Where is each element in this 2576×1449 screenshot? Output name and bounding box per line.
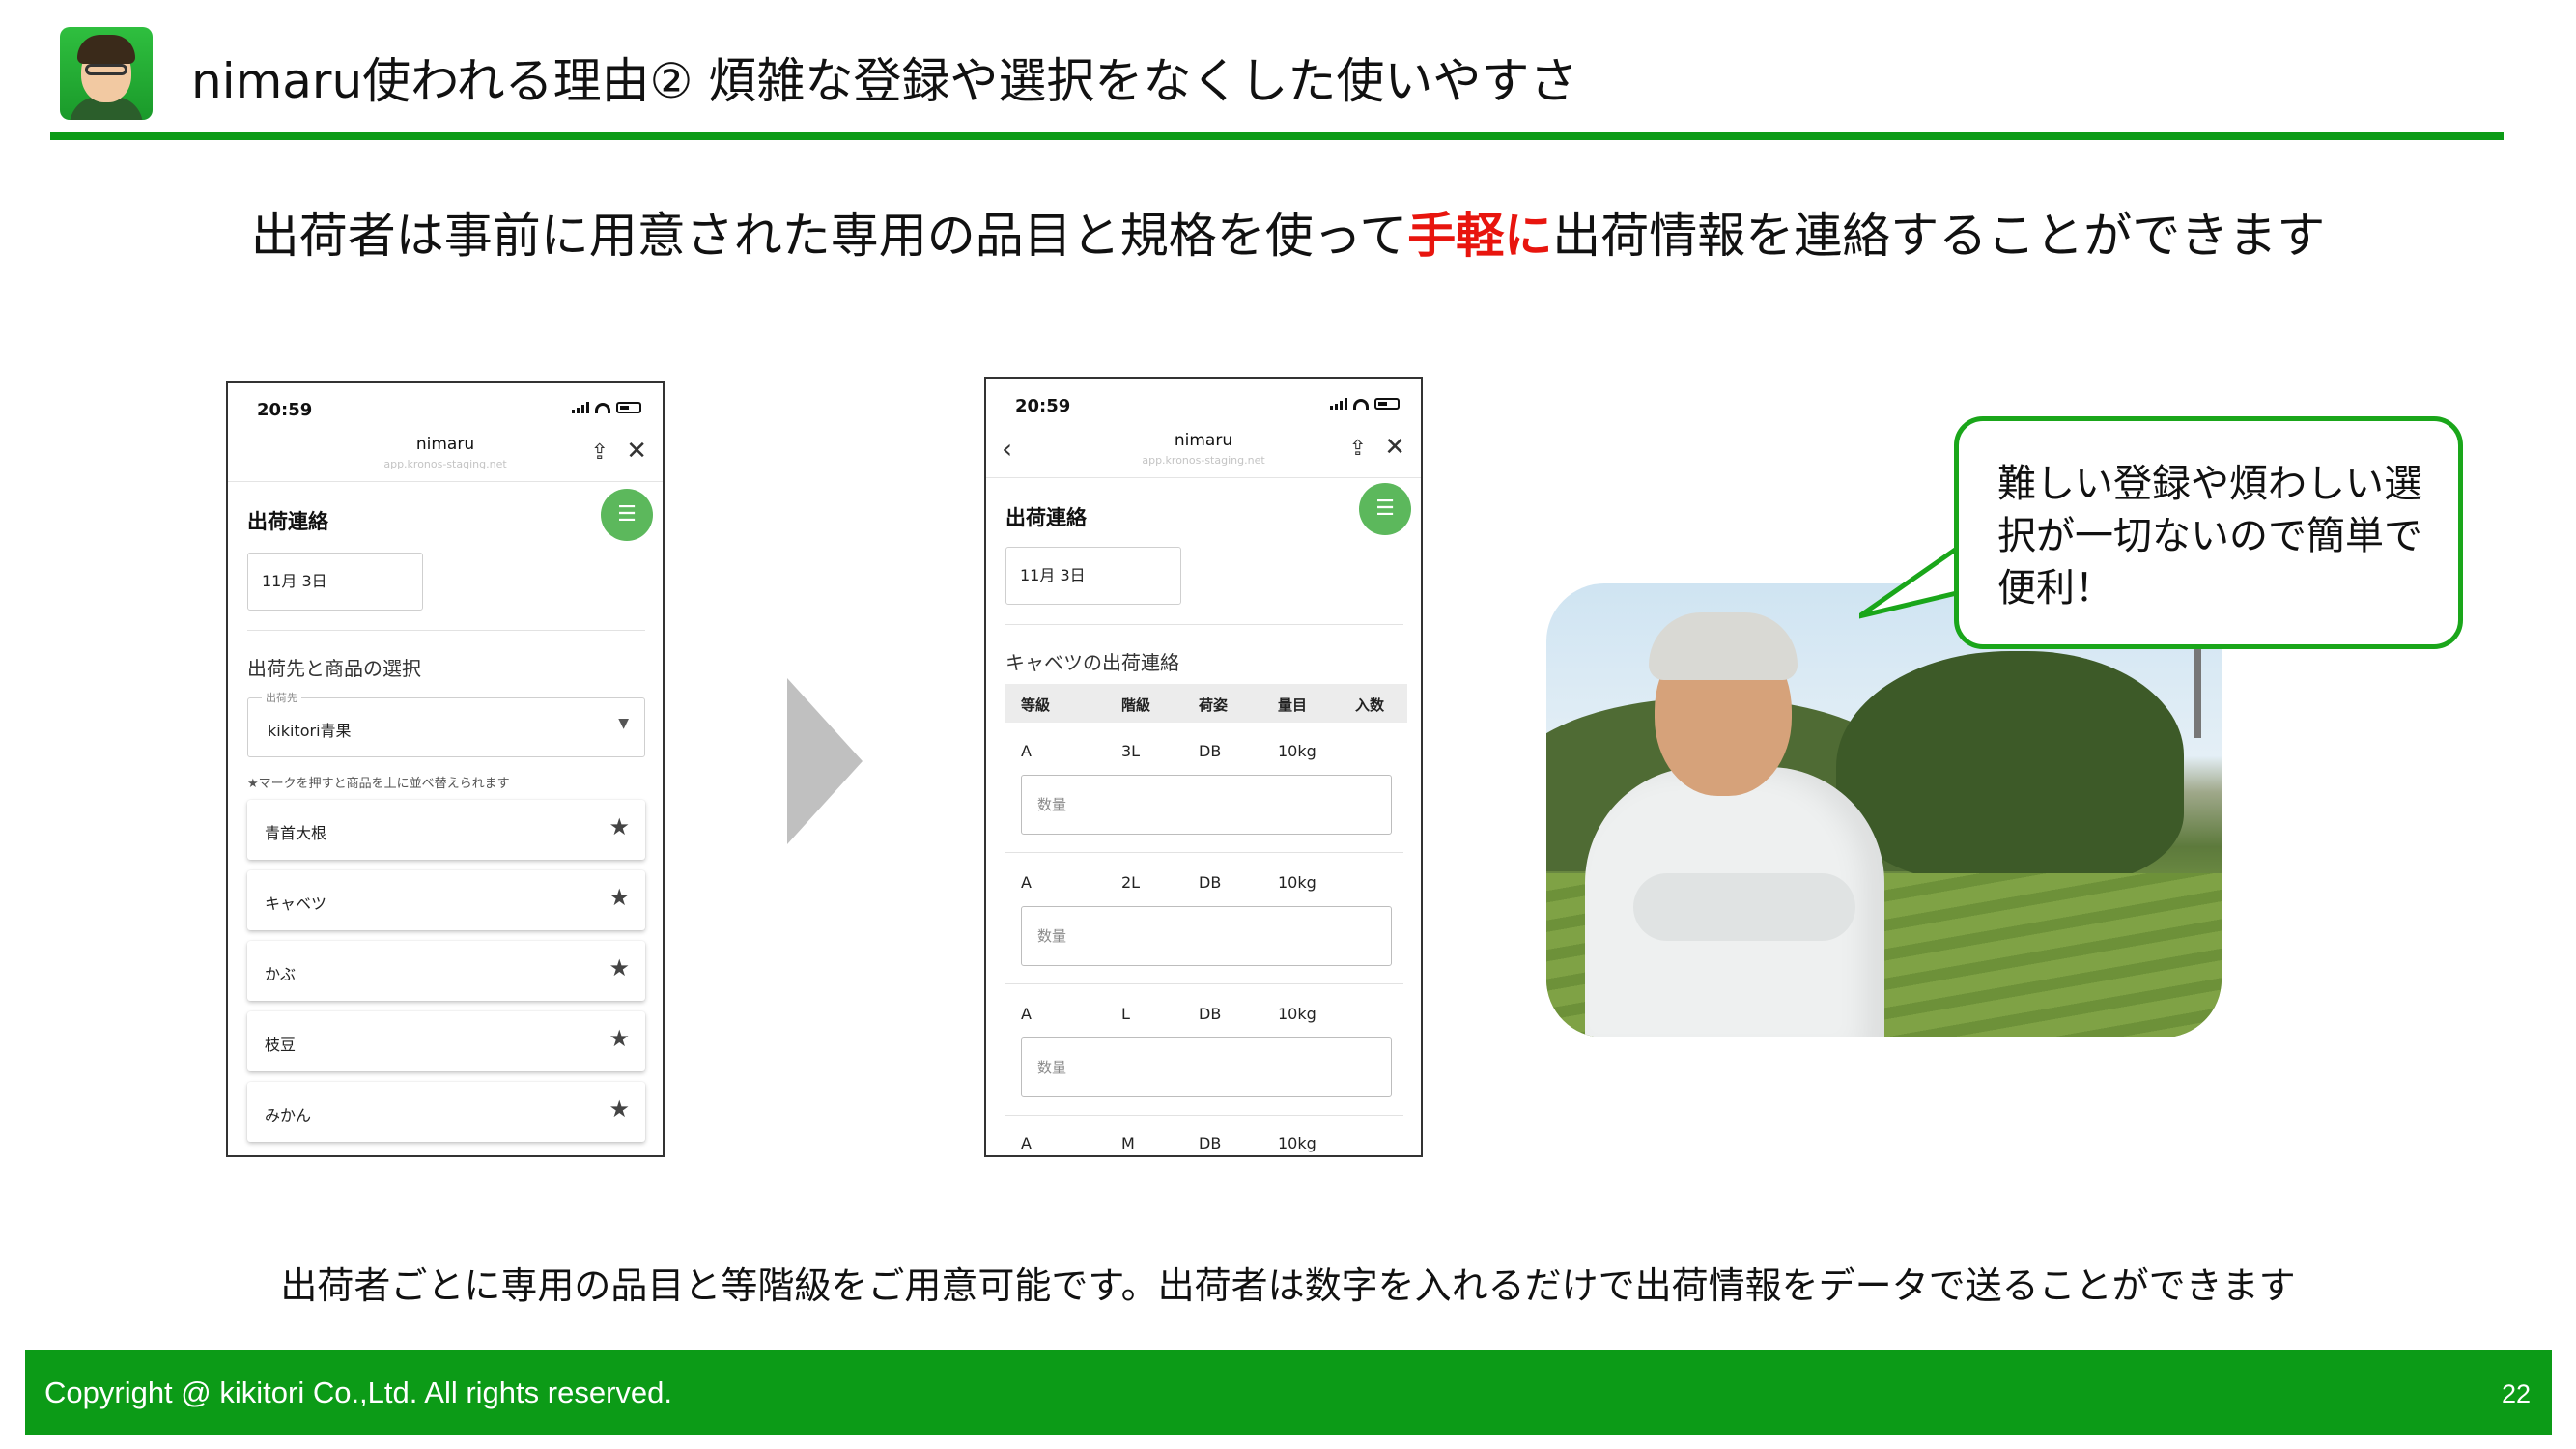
slide-title: nimaru使われる理由② 煩雑な登録や選択をなくした使いやすさ bbox=[191, 53, 1578, 109]
pack-value: DB bbox=[1199, 742, 1222, 760]
status-icons bbox=[1330, 398, 1400, 410]
close-icon[interactable]: ✕ bbox=[626, 437, 647, 466]
speech-bubble-tail bbox=[1859, 543, 1966, 619]
product-name: 枝豆 bbox=[265, 1036, 297, 1054]
signal-icon bbox=[572, 402, 589, 413]
status-icons bbox=[572, 402, 641, 413]
screen-title: 出荷連絡 bbox=[247, 510, 328, 533]
row-divider bbox=[1005, 1115, 1403, 1116]
weight-value: 10kg bbox=[1278, 1134, 1316, 1152]
status-time: 20:59 bbox=[257, 400, 313, 420]
caret-down-icon: ▼ bbox=[618, 716, 629, 731]
star-icon[interactable]: ★ bbox=[609, 813, 630, 840]
star-icon[interactable]: ★ bbox=[609, 884, 630, 911]
page-number: 22 bbox=[2501, 1379, 2531, 1408]
size-value: L bbox=[1121, 1005, 1130, 1023]
headline-accent: 手軽に bbox=[1407, 208, 1553, 264]
quantity-input[interactable]: 数量 bbox=[1021, 775, 1392, 835]
row-divider bbox=[1005, 983, 1403, 984]
product-name: キャベツ bbox=[265, 895, 327, 913]
select-value: kikitori青果 bbox=[268, 722, 352, 740]
farmer-photo bbox=[1546, 583, 2222, 1037]
date-field[interactable]: 11月 3日 bbox=[247, 553, 423, 611]
phone-screenshot-quantity-entry: 20:59 ‹ nimaru app.kronos-staging.net ⇪ … bbox=[984, 377, 1423, 1157]
column-header: 入数 bbox=[1355, 696, 1385, 714]
battery-icon bbox=[616, 402, 641, 413]
destination-select[interactable]: 出荷先 kikitori青果 ▼ bbox=[247, 690, 645, 757]
speech-bubble-text: 難しい登録や煩わしい選択が一切ないので簡単で便利！ bbox=[1997, 462, 2422, 611]
quantity-input[interactable]: 数量 bbox=[1021, 1037, 1392, 1097]
row-divider bbox=[1005, 852, 1403, 853]
quantity-input[interactable]: 数量 bbox=[1021, 906, 1392, 966]
wifi-icon bbox=[1353, 399, 1369, 410]
headline-text-before: 出荷者は事前に用意された専用の品目と規格を使って bbox=[250, 208, 1408, 264]
pack-value: DB bbox=[1199, 1134, 1222, 1152]
product-item[interactable]: 青首大根 ★ bbox=[247, 800, 645, 860]
footer-bar: Copyright @ kikitori Co.,Ltd. All rights… bbox=[25, 1350, 2552, 1435]
grade-value: A bbox=[1021, 1134, 1032, 1152]
grade-value: A bbox=[1021, 742, 1032, 760]
section-label: キャベツの出荷連絡 bbox=[1005, 651, 1179, 674]
product-item[interactable]: みかん ★ bbox=[247, 1082, 645, 1142]
grade-value: A bbox=[1021, 1005, 1032, 1023]
phone-screenshot-product-select: 20:59 nimaru app.kronos-staging.net ⇪ ✕ … bbox=[226, 381, 665, 1157]
product-item[interactable]: かぶ ★ bbox=[247, 941, 645, 1001]
size-value: 2L bbox=[1121, 873, 1141, 892]
bottom-caption: 出荷者ごとに専用の品目と等階級をご用意可能です。出荷者は数字を入れるだけで出荷情… bbox=[280, 1264, 2296, 1307]
section-divider bbox=[1005, 624, 1403, 625]
sort-hint: ★マークを押すと商品を上に並べ替えられます bbox=[247, 777, 510, 791]
size-value: M bbox=[1121, 1134, 1135, 1152]
menu-button[interactable]: ☰ bbox=[601, 489, 653, 541]
nav-divider bbox=[228, 481, 663, 482]
share-icon[interactable]: ⇪ bbox=[1349, 437, 1367, 461]
weight-value: 10kg bbox=[1278, 742, 1316, 760]
title-divider bbox=[50, 132, 2504, 140]
column-header: 階級 bbox=[1121, 696, 1151, 714]
column-header: 荷姿 bbox=[1199, 696, 1229, 714]
star-icon[interactable]: ★ bbox=[609, 1095, 630, 1122]
product-name: みかん bbox=[265, 1106, 312, 1124]
size-value: 3L bbox=[1121, 742, 1141, 760]
company-logo-avatar bbox=[60, 27, 153, 120]
arrow-right-icon bbox=[787, 678, 863, 844]
star-icon[interactable]: ★ bbox=[609, 954, 630, 981]
select-legend: 出荷先 bbox=[262, 690, 301, 705]
grade-value: A bbox=[1021, 873, 1032, 892]
speech-bubble: 難しい登録や煩わしい選択が一切ないので簡単で便利！ bbox=[1954, 416, 2463, 649]
date-field[interactable]: 11月 3日 bbox=[1005, 547, 1181, 605]
column-header: 量目 bbox=[1278, 696, 1308, 714]
pack-value: DB bbox=[1199, 873, 1222, 892]
product-name: かぶ bbox=[265, 965, 297, 983]
product-name: 青首大根 bbox=[265, 824, 327, 842]
wifi-icon bbox=[595, 403, 610, 413]
section-label: 出荷先と商品の選択 bbox=[247, 657, 421, 680]
product-item[interactable]: 枝豆 ★ bbox=[247, 1011, 645, 1071]
close-icon[interactable]: ✕ bbox=[1384, 433, 1405, 462]
spec-table-header: 等級 階級 荷姿 量目 入数 bbox=[1005, 684, 1407, 723]
headline: 出荷者は事前に用意された専用の品目と規格を使って手軽に出荷情報を連絡することがで… bbox=[0, 197, 2576, 267]
battery-icon bbox=[1374, 398, 1400, 410]
headline-text-after: 出荷情報を連絡することができます bbox=[1552, 208, 2326, 264]
weight-value: 10kg bbox=[1278, 1005, 1316, 1023]
nav-divider bbox=[986, 477, 1421, 478]
star-icon[interactable]: ★ bbox=[609, 1025, 630, 1052]
copyright-text: Copyright @ kikitori Co.,Ltd. All rights… bbox=[44, 1376, 672, 1409]
column-header: 等級 bbox=[1021, 696, 1051, 714]
section-divider bbox=[247, 630, 645, 631]
weight-value: 10kg bbox=[1278, 873, 1316, 892]
pack-value: DB bbox=[1199, 1005, 1222, 1023]
signal-icon bbox=[1330, 398, 1347, 410]
screen-title: 出荷連絡 bbox=[1005, 506, 1087, 529]
product-item[interactable]: キャベツ ★ bbox=[247, 870, 645, 930]
status-time: 20:59 bbox=[1015, 396, 1071, 416]
menu-button[interactable]: ☰ bbox=[1359, 483, 1411, 535]
share-icon[interactable]: ⇪ bbox=[591, 440, 609, 465]
